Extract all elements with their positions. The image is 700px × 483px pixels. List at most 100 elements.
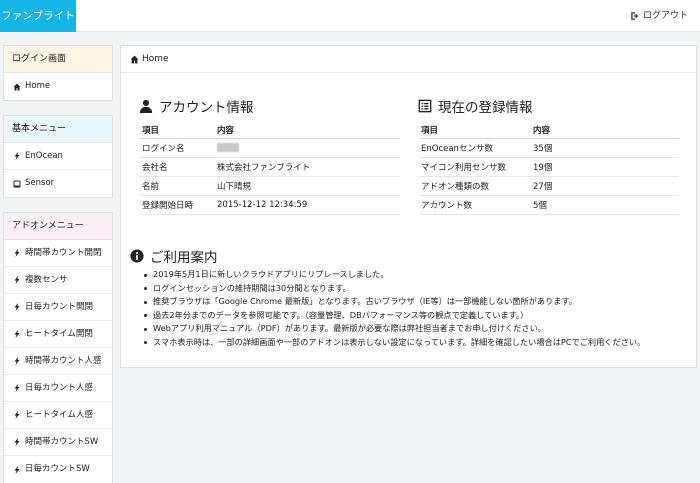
breadcrumb: Home: [121, 46, 696, 73]
home-icon: [130, 55, 139, 63]
sidebar-item-label: Sensor: [25, 178, 55, 188]
bolt-icon: [14, 330, 20, 338]
sidebar-item-addon[interactable]: 日毎カウントSW: [4, 456, 112, 483]
list-item: スマホ表示時は、一部の詳細画面や一部のアドオンは表示しない設定になっています。詳…: [143, 336, 688, 350]
sidebar-item-label: 時間帯カウント人感: [25, 355, 102, 366]
bolt-icon: [14, 411, 20, 419]
row-key: マイコン利用センサ数: [419, 157, 531, 177]
sidebar-group-basic: 基本メニュー EnOcean Sensor: [3, 115, 113, 198]
sidebar-item-label: 日毎カウントSW: [25, 464, 90, 474]
sidebar: ログイン画面 Home 基本メニュー EnOcean Sensor アドオンメニ…: [3, 45, 113, 483]
sidebar-item-label: 複数センサ: [25, 274, 68, 285]
row-key: 会社名: [140, 157, 215, 177]
sidebar-item-home[interactable]: Home: [4, 73, 112, 100]
logout-label: ログアウト: [642, 11, 688, 21]
row-value: 株式会社ファンブライト: [215, 157, 400, 177]
sidebar-item-label: 日毎カウント開閉: [25, 301, 94, 312]
bolt-icon: [14, 465, 20, 474]
registration-info-table: 項目 内容 EnOceanセンサ数 35個 マイコン利用センサ数 19個 アドオ…: [419, 122, 679, 215]
bolt-icon: [14, 152, 20, 160]
sidebar-item-label: 時間帯カウント開閉: [25, 247, 102, 258]
main-panel: Home アカウント情報 項目 内容 ログイン名 会社名 株式会社ファンブライト…: [120, 45, 697, 368]
sidebar-group-title: 基本メニュー: [4, 116, 112, 143]
home-icon: [13, 83, 21, 90]
table-row: 名前 山下晴規: [140, 176, 400, 196]
table-row: EnOceanセンサ数 35個: [419, 138, 679, 158]
row-key: 登録開始日時: [140, 195, 215, 215]
row-key: EnOceanセンサ数: [419, 138, 531, 158]
sensor-icon: [13, 180, 21, 187]
row-key: ログイン名: [140, 138, 215, 158]
table-row: アカウント数 5個: [419, 195, 679, 215]
sidebar-item-enocean[interactable]: EnOcean: [4, 143, 112, 170]
sidebar-item-addon[interactable]: ヒートタイム人感: [4, 402, 112, 429]
login-name-value: [215, 138, 400, 158]
user-icon: [139, 99, 153, 113]
row-value: 山下晴規: [215, 176, 400, 196]
list-item: 推奨ブラウザは「Google Chrome 最新版」となります。古いブラウザ（I…: [143, 295, 688, 309]
sidebar-item-addon[interactable]: 時間帯カウント人感: [4, 348, 112, 375]
registration-info-heading: 現在の登録情報: [438, 100, 533, 116]
sidebar-group-login: ログイン画面 Home: [3, 45, 113, 101]
sidebar-item-addon[interactable]: ヒートタイム開閉: [4, 321, 112, 348]
table-header-row: 項目 内容: [419, 122, 679, 139]
column-header: 項目: [140, 122, 215, 139]
row-value: 27個: [531, 176, 679, 196]
guide-heading: ご利用案内: [150, 250, 218, 266]
sidebar-item-label: 時間帯カウントSW: [25, 436, 99, 447]
sidebar-item-addon[interactable]: 日毎カウント人感: [4, 375, 112, 402]
redacted-value: [217, 142, 239, 152]
bolt-icon: [14, 438, 20, 446]
breadcrumb-home-link[interactable]: Home: [142, 46, 169, 73]
account-info-title: アカウント情報: [139, 96, 254, 116]
bolt-icon: [14, 276, 20, 284]
list-item: 2019年5月1日に新しいクラウドアプリにリプレースしました。: [143, 268, 688, 282]
table-row: 登録開始日時 2015-12-12 12:34:59: [140, 195, 400, 215]
sidebar-item-addon[interactable]: 時間帯カウントSW: [4, 429, 112, 456]
bolt-icon: [14, 357, 20, 365]
column-header: 項目: [419, 122, 531, 139]
sidebar-item-addon[interactable]: 日毎カウント開閉: [4, 294, 112, 321]
sidebar-item-label: EnOcean: [25, 150, 63, 161]
brand-logo[interactable]: ファンブライト: [0, 0, 76, 32]
table-row: ログイン名: [140, 138, 400, 158]
account-info-table: 項目 内容 ログイン名 会社名 株式会社ファンブライト 名前 山下晴規 登録開始…: [140, 122, 400, 215]
sidebar-item-label: 日毎カウント人感: [25, 382, 94, 393]
sidebar-item-addon[interactable]: 複数センサ: [4, 267, 112, 294]
list-item: Webアプリ利用マニュアル（PDF）があります。最新版が必要な際は弊社担当者まで…: [143, 322, 688, 336]
top-navbar: ファンブライト ログアウト: [0, 0, 700, 32]
list-alt-icon: [418, 99, 432, 113]
sidebar-group-title: ログイン画面: [4, 46, 112, 73]
sidebar-item-label: ヒートタイム人感: [25, 409, 93, 420]
row-key: アドオン種類の数: [419, 176, 531, 196]
row-value: 19個: [531, 157, 679, 177]
sidebar-item-label: ヒートタイム開閉: [25, 328, 93, 339]
bolt-icon: [14, 303, 20, 311]
bolt-icon: [14, 249, 20, 257]
sidebar-group-addon: アドオンメニュー 時間帯カウント開閉 複数センサ 日毎カウント開閉 ヒートタイム…: [3, 212, 113, 483]
registration-info-title: 現在の登録情報: [418, 96, 533, 116]
row-value: 2015-12-12 12:34:59: [215, 195, 400, 215]
bolt-icon: [14, 384, 20, 392]
info-circle-icon: [130, 249, 144, 263]
sidebar-item-sensor[interactable]: Sensor: [4, 170, 112, 197]
guide-title: ご利用案内: [130, 246, 218, 266]
row-key: アカウント数: [419, 195, 531, 215]
logout-button[interactable]: ログアウト: [630, 0, 688, 32]
table-row: マイコン利用センサ数 19個: [419, 157, 679, 177]
sidebar-item-addon[interactable]: 時間帯カウント開閉: [4, 240, 112, 267]
list-item: ログインセッションの維持期間は30分間となります。: [143, 282, 688, 296]
sidebar-group-title: アドオンメニュー: [4, 213, 112, 240]
column-header: 内容: [215, 122, 400, 139]
table-row: 会社名 株式会社ファンブライト: [140, 157, 400, 177]
table-row: アドオン種類の数 27個: [419, 176, 679, 196]
sign-out-icon: [631, 12, 639, 20]
row-key: 名前: [140, 176, 215, 196]
sidebar-item-label: Home: [25, 81, 51, 91]
column-header: 内容: [531, 122, 679, 139]
row-value: 5個: [531, 195, 679, 215]
account-info-heading: アカウント情報: [159, 100, 254, 116]
row-value: 35個: [531, 138, 679, 158]
list-item: 過去2年分までのデータを参照可能です。（容量管理、DBパフォーマンス等の観点で定…: [143, 309, 688, 323]
table-header-row: 項目 内容: [140, 122, 400, 139]
